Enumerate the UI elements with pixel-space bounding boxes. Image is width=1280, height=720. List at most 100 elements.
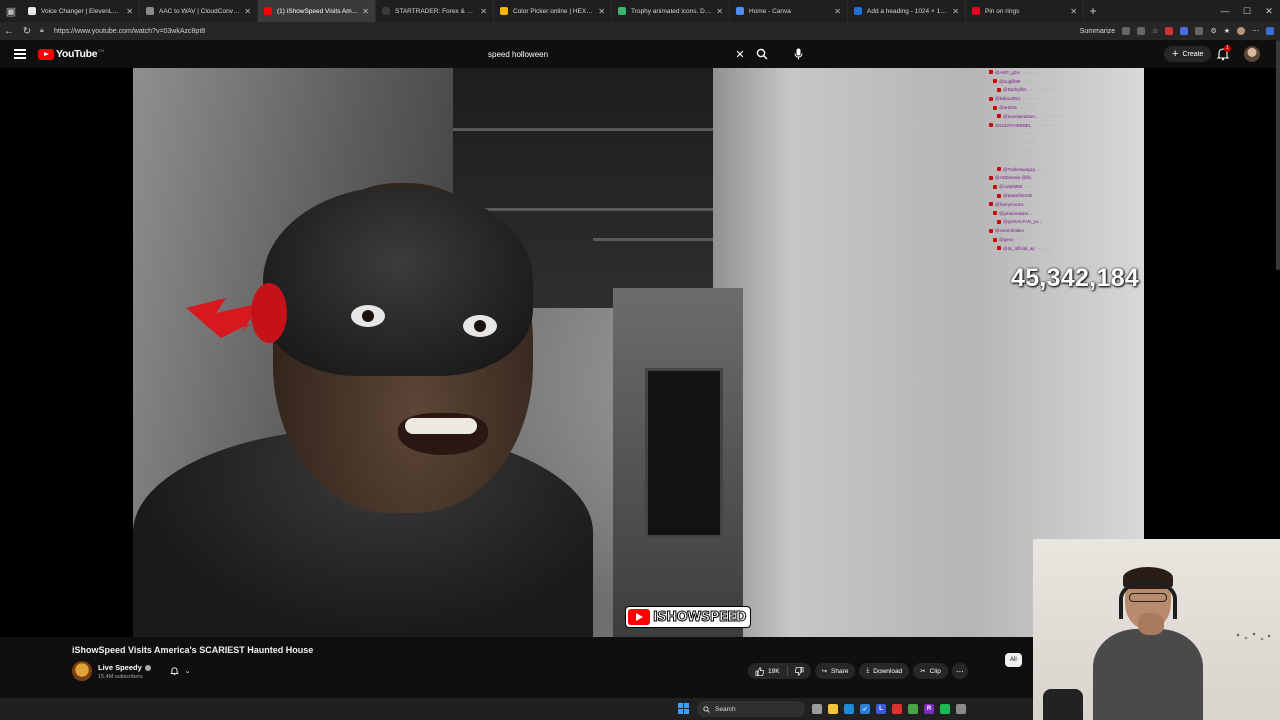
vscode-like-icon[interactable]: ✓ xyxy=(860,704,870,714)
tab-close-icon[interactable]: ✕ xyxy=(716,7,723,16)
chat-text: ··· · xyxy=(1027,228,1035,234)
extension-icon[interactable] xyxy=(1137,27,1146,35)
clear-search-icon[interactable]: ✕ xyxy=(730,48,750,61)
extension-icon[interactable] xyxy=(1122,27,1131,35)
bookmark-star-icon[interactable]: ☆ xyxy=(1152,27,1158,35)
thumbs-up-icon xyxy=(755,666,764,676)
extension-icon[interactable] xyxy=(1165,27,1174,35)
more-menu-icon[interactable]: ⋯ xyxy=(1252,27,1259,35)
back-icon[interactable]: ← xyxy=(0,26,18,37)
tab-close-icon[interactable]: ✕ xyxy=(834,7,841,16)
chat-message: @travelanddum... ·· ·· ·· ··· ·· xyxy=(989,112,1139,121)
like-count: 19K xyxy=(768,667,780,675)
account-avatar[interactable] xyxy=(1244,46,1260,62)
chrome-icon[interactable] xyxy=(908,704,918,714)
settings-gear-icon[interactable]: ⚙ xyxy=(1210,27,1216,35)
reload-icon[interactable]: ↻ xyxy=(18,26,36,37)
youtube-logo[interactable]: YouTube CH xyxy=(38,48,104,60)
chat-text: ·· ·· xyxy=(1025,184,1033,190)
browser-tab[interactable]: Color Picker online | HEX Colo ✕ xyxy=(494,0,612,22)
share-button[interactable]: ↪ Share xyxy=(814,663,856,679)
webcam-glasses xyxy=(1129,593,1167,602)
browser-tab[interactable]: AAC to WAV | CloudConvert ✕ xyxy=(140,0,258,22)
bell-icon xyxy=(169,667,179,676)
extension-icon[interactable] xyxy=(1195,27,1204,35)
search-input[interactable] xyxy=(480,49,730,59)
app-l-icon[interactable]: L xyxy=(876,704,886,714)
chat-text: ·· ·· ·· ··· ·· xyxy=(1041,113,1064,119)
close-window-icon[interactable]: ✕ xyxy=(1258,6,1280,17)
chat-user-icon xyxy=(993,105,997,110)
browser-tab[interactable]: (1) iShowSpeed Visits Ameri ✕ xyxy=(258,0,376,22)
chat-message: ··· ·· ··· xyxy=(989,138,1139,147)
summarize-button[interactable]: Summarize xyxy=(1080,28,1115,35)
new-tab-button[interactable]: + xyxy=(1084,4,1102,18)
chat-username: @Trailerswagzy... xyxy=(1003,166,1039,172)
tab-close-icon[interactable]: ✕ xyxy=(598,7,605,16)
favorites-icon[interactable]: ★ xyxy=(1224,27,1230,35)
chat-user-icon xyxy=(989,70,993,75)
task-view-icon[interactable] xyxy=(812,704,822,714)
voice-search-button[interactable] xyxy=(790,45,806,63)
edge-icon[interactable] xyxy=(844,704,854,714)
chat-user-icon xyxy=(997,219,1001,224)
app-flag-icon[interactable] xyxy=(892,704,902,714)
minimize-icon[interactable]: — xyxy=(1214,6,1236,16)
browser-tab[interactable]: STARTRADER: Forex & CFD Tradi ✕ xyxy=(376,0,494,22)
tab-close-icon[interactable]: ✕ xyxy=(362,7,369,16)
chat-user-icon xyxy=(989,228,993,233)
profile-avatar[interactable] xyxy=(1237,27,1245,35)
share-label: Share xyxy=(831,667,849,675)
chat-user-icon xyxy=(993,79,997,84)
clip-button[interactable]: ✂ Clip xyxy=(913,663,948,679)
create-button[interactable]: + Create xyxy=(1164,46,1212,62)
url-field[interactable]: 🔒︎ https://www.youtube.com/watch?v=03wkA… xyxy=(40,27,980,35)
chat-message: @Darbyfilm ·· ·· ·· ·· ··· ··· xyxy=(989,86,1139,95)
youtube-play-icon xyxy=(38,48,54,60)
browser-tab[interactable]: Voice Changer | ElevenLabs ✕ xyxy=(22,0,140,22)
tab-close-icon[interactable]: ✕ xyxy=(244,7,251,16)
chat-message: @kalpu2951 ···· ··· ··· xyxy=(989,94,1139,103)
tab-favicon-icon xyxy=(382,7,390,15)
more-actions-button[interactable]: ⋯ xyxy=(951,663,968,679)
filter-chip-all[interactable]: All xyxy=(1005,653,1022,667)
tab-favicon-icon xyxy=(854,7,862,15)
like-button[interactable]: 19K xyxy=(748,663,787,679)
dislike-button[interactable] xyxy=(788,663,811,679)
watermark-play-icon xyxy=(628,609,650,625)
channel-avatar[interactable] xyxy=(72,661,92,681)
download-button[interactable]: ⤓ Download xyxy=(859,663,910,679)
extension-icon[interactable] xyxy=(1180,27,1189,35)
app-doc-icon[interactable] xyxy=(956,704,966,714)
browser-tab[interactable]: Home - Canva ✕ xyxy=(730,0,848,22)
tab-title: Color Picker online | HEX Colo xyxy=(513,7,595,15)
tab-close-icon[interactable]: ✕ xyxy=(480,7,487,16)
taskbar-search[interactable]: Search xyxy=(697,701,805,717)
video-frame[interactable]: @ARP_g2w ··· ··· ··· @bugfill99 ··· ··· @Dar… xyxy=(133,68,1144,637)
tab-close-icon[interactable]: ✕ xyxy=(126,7,133,16)
tab-close-icon[interactable]: ✕ xyxy=(1070,7,1077,16)
browser-tab[interactable]: Add a heading - 1024 × 1024px ✕ xyxy=(848,0,966,22)
menu-icon[interactable] xyxy=(14,49,26,59)
file-explorer-icon[interactable] xyxy=(828,704,838,714)
app-r-icon[interactable]: R xyxy=(924,704,934,714)
browser-tab[interactable]: Trophy animated icons. Downlo✕ xyxy=(612,0,730,22)
tab-close-icon[interactable]: ✕ xyxy=(952,7,959,16)
channel-name-link[interactable]: Live Speedy xyxy=(98,663,151,672)
taskbar-apps: ✓ L R xyxy=(812,701,966,717)
search-button[interactable] xyxy=(750,45,774,63)
chat-username: @kalpu2951 xyxy=(995,96,1021,102)
browser-tab[interactable]: Pin on rings ✕ xyxy=(966,0,1084,22)
address-bar: ← ↻ 🔒︎ https://www.youtube.com/watch?v=0… xyxy=(0,22,1280,40)
chat-username: @ADDJeww @lily xyxy=(995,175,1032,181)
window-controls: — ☐ ✕ xyxy=(1214,0,1280,22)
tab-actions-icon[interactable]: ▣ xyxy=(0,0,22,22)
scene-eye xyxy=(463,315,497,337)
chat-message: @johannakam... ·· · xyxy=(989,209,1139,218)
page-scrollbar[interactable] xyxy=(1276,40,1280,270)
copilot-icon[interactable] xyxy=(1266,27,1274,35)
maximize-icon[interactable]: ☐ xyxy=(1236,6,1258,17)
start-button[interactable] xyxy=(678,703,689,714)
spotify-icon[interactable] xyxy=(940,704,950,714)
subscription-bell-button[interactable]: ⌄ xyxy=(163,663,197,679)
